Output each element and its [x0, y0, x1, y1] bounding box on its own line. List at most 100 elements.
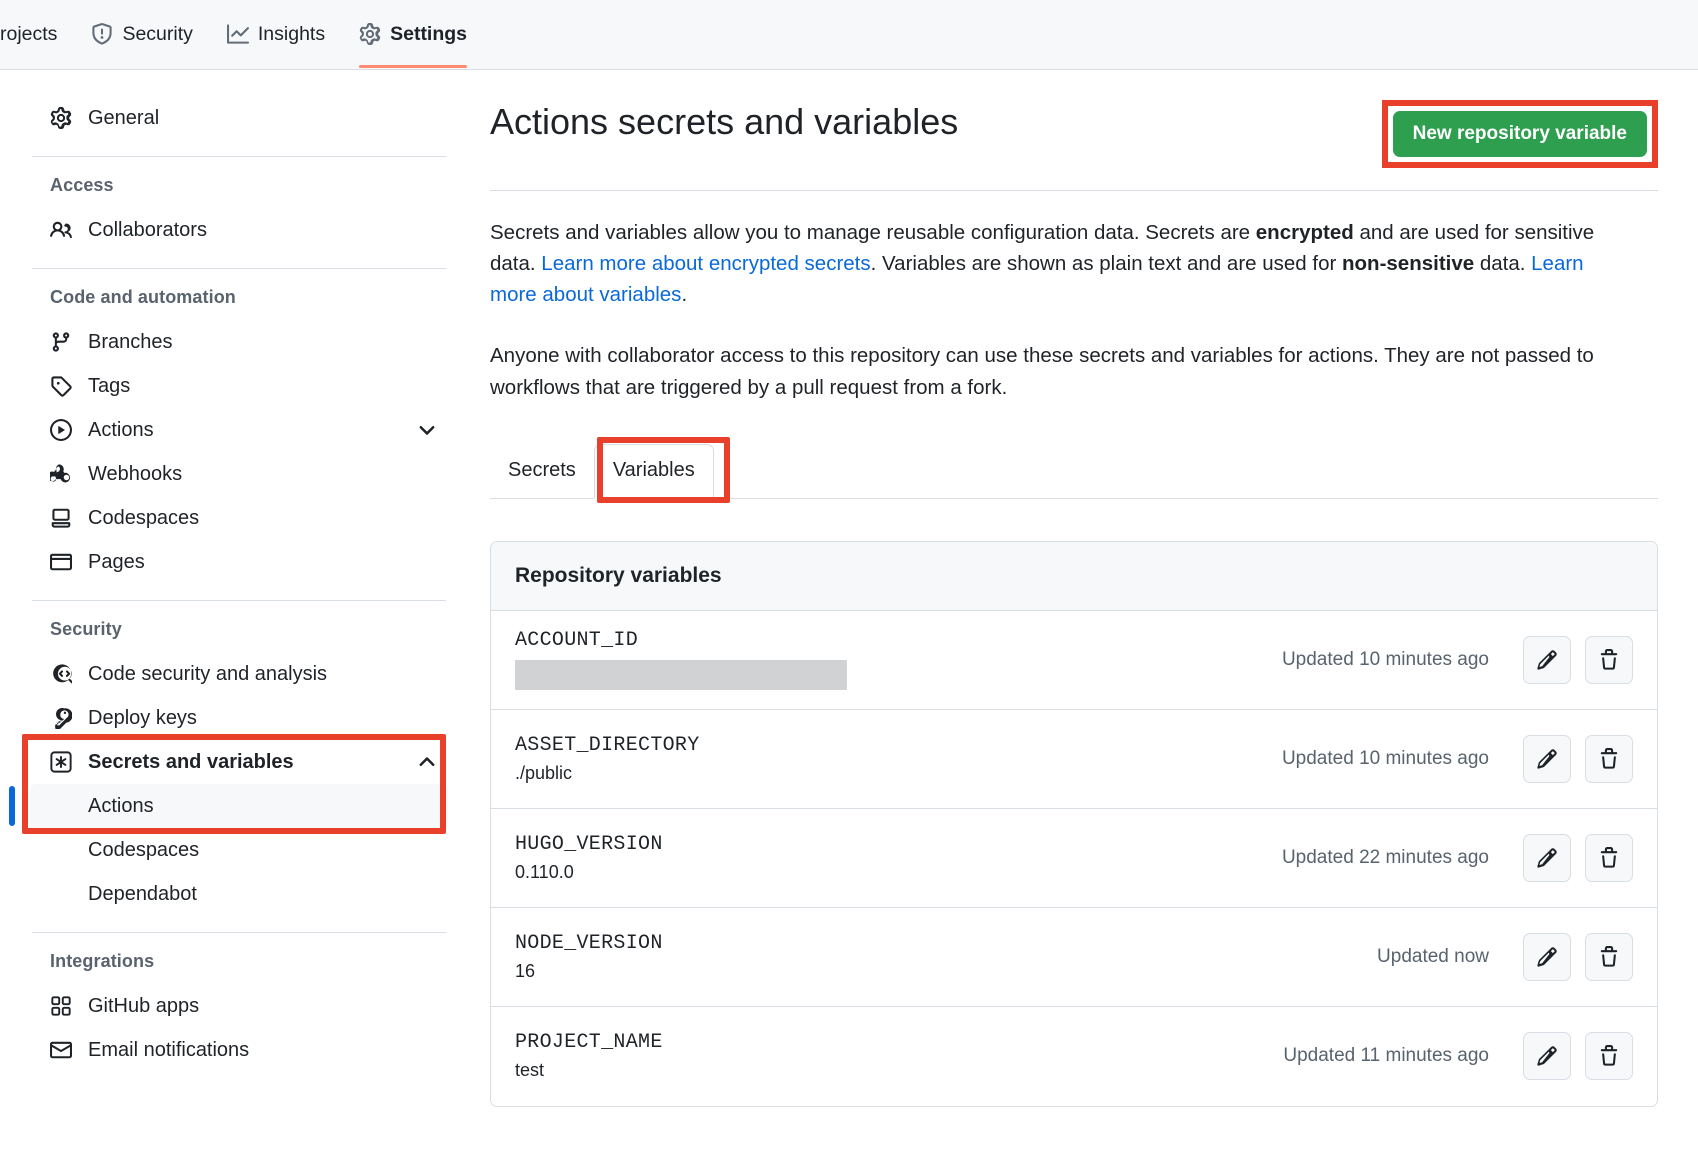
sidebar-item-deploy-keys[interactable]: Deploy keys — [30, 696, 448, 740]
edit-variable-button[interactable] — [1523, 933, 1571, 981]
table-row: ASSET_DIRECTORY ./public Updated 10 minu… — [491, 710, 1657, 809]
branch-icon — [50, 331, 72, 353]
sidebar-subitem-actions-label: Actions — [88, 795, 154, 818]
variable-value-masked — [515, 660, 847, 690]
variable-name: HUGO_VERSION — [515, 833, 1282, 856]
sidebar-item-code-security[interactable]: Code security and analysis — [30, 652, 448, 696]
chevron-down-icon[interactable] — [416, 419, 438, 441]
row-actions — [1523, 735, 1633, 783]
edit-icon — [1536, 649, 1558, 671]
apps-grid-icon — [50, 995, 72, 1017]
variable-value: ./public — [515, 763, 1282, 784]
sidebar-item-pages[interactable]: Pages — [30, 540, 448, 584]
repo-nav: rojects Security Insights Settings — [0, 0, 1698, 70]
tag-icon — [50, 375, 72, 397]
sidebar-item-deploy-keys-label: Deploy keys — [88, 707, 438, 730]
active-indicator — [9, 786, 15, 826]
delete-variable-button[interactable] — [1585, 933, 1633, 981]
tab-projects-label: rojects — [0, 23, 57, 46]
sidebar-item-collaborators[interactable]: Collaborators — [30, 208, 448, 252]
row-actions — [1523, 636, 1633, 684]
desc1-part4: data. — [1474, 252, 1531, 275]
sidebar-item-pages-label: Pages — [88, 551, 438, 574]
table-row: HUGO_VERSION 0.110.0 Updated 22 minutes … — [491, 809, 1657, 908]
delete-variable-button[interactable] — [1585, 636, 1633, 684]
webhook-icon — [50, 463, 72, 485]
new-repository-variable-button[interactable]: New repository variable — [1393, 111, 1647, 157]
sidebar-item-general[interactable]: General — [30, 96, 448, 140]
tab-settings[interactable]: Settings — [342, 0, 484, 68]
edit-variable-button[interactable] — [1523, 834, 1571, 882]
key-icon — [50, 707, 72, 729]
tab-variables[interactable]: Variables — [594, 444, 714, 499]
variable-info: PROJECT_NAME test — [515, 1031, 1283, 1081]
trash-icon — [1598, 946, 1620, 968]
sidebar-subitem-dependabot[interactable]: Dependabot — [30, 872, 448, 916]
delete-variable-button[interactable] — [1585, 735, 1633, 783]
description-paragraph-1: Secrets and variables allow you to manag… — [490, 217, 1600, 310]
sidebar-item-email-notifications-label: Email notifications — [88, 1039, 438, 1062]
tab-projects[interactable]: rojects — [0, 0, 74, 68]
browser-icon — [50, 551, 72, 573]
repository-variables-card: Repository variables ACCOUNT_ID Updated … — [490, 541, 1658, 1107]
tab-security-label: Security — [122, 23, 192, 46]
repository-variables-header: Repository variables — [491, 542, 1657, 611]
sidebar-subitem-actions[interactable]: Actions — [30, 784, 448, 828]
tab-insights[interactable]: Insights — [210, 0, 342, 68]
sidebar-divider-1 — [32, 156, 446, 157]
sidebar-item-branches-label: Branches — [88, 331, 438, 354]
sidebar-item-branches[interactable]: Branches — [30, 320, 448, 364]
chevron-up-icon[interactable] — [416, 751, 438, 773]
settings-sidebar: General Access Collaborators Code and au… — [0, 70, 480, 1166]
variable-updated: Updated 10 minutes ago — [1282, 649, 1489, 671]
edit-variable-button[interactable] — [1523, 636, 1571, 684]
sidebar-item-codespaces[interactable]: Codespaces — [30, 496, 448, 540]
sidebar-item-tags[interactable]: Tags — [30, 364, 448, 408]
row-actions — [1523, 1032, 1633, 1080]
tab-secrets[interactable]: Secrets — [490, 459, 594, 498]
table-row: ACCOUNT_ID Updated 10 minutes ago — [491, 611, 1657, 710]
desc1-part3: . Variables are shown as plain text and … — [871, 252, 1342, 275]
sidebar-item-webhooks[interactable]: Webhooks — [30, 452, 448, 496]
sidebar-item-email-notifications[interactable]: Email notifications — [30, 1028, 448, 1072]
delete-variable-button[interactable] — [1585, 1032, 1633, 1080]
graph-icon — [227, 23, 249, 45]
sidebar-heading-code-automation: Code and automation — [30, 287, 448, 308]
sidebar-item-actions[interactable]: Actions — [30, 408, 448, 452]
sidebar-item-codespaces-label: Codespaces — [88, 507, 438, 530]
tab-security[interactable]: Security — [74, 0, 209, 68]
variable-value: 0.110.0 — [515, 862, 1282, 883]
sidebar-item-general-label: General — [88, 107, 438, 130]
edit-variable-button[interactable] — [1523, 1032, 1571, 1080]
variable-updated: Updated 22 minutes ago — [1282, 847, 1489, 869]
variable-name: ACCOUNT_ID — [515, 629, 1282, 652]
tab-settings-label: Settings — [390, 23, 467, 46]
code-search-icon — [50, 663, 72, 685]
mail-icon — [50, 1039, 72, 1061]
page-title: Actions secrets and variables — [490, 100, 958, 143]
page-header: Actions secrets and variables New reposi… — [490, 100, 1658, 191]
variable-value: 16 — [515, 961, 1377, 982]
gear-icon — [50, 107, 72, 129]
sidebar-heading-access: Access — [30, 175, 448, 196]
gear-icon — [359, 23, 381, 45]
row-actions — [1523, 933, 1633, 981]
table-row: NODE_VERSION 16 Updated now — [491, 908, 1657, 1007]
sidebar-subitem-codespaces[interactable]: Codespaces — [30, 828, 448, 872]
variable-info: ASSET_DIRECTORY ./public — [515, 734, 1282, 784]
edit-variable-button[interactable] — [1523, 735, 1571, 783]
edit-icon — [1536, 748, 1558, 770]
delete-variable-button[interactable] — [1585, 834, 1633, 882]
sidebar-item-github-apps[interactable]: GitHub apps — [30, 984, 448, 1028]
row-actions — [1523, 834, 1633, 882]
sidebar-item-secrets-and-variables[interactable]: Secrets and variables — [30, 740, 448, 784]
variable-name: PROJECT_NAME — [515, 1031, 1283, 1054]
sidebar-heading-integrations: Integrations — [30, 951, 448, 972]
link-learn-more-encrypted-secrets[interactable]: Learn more about encrypted secrets — [541, 252, 870, 275]
sidebar-group-secrets-and-variables: Secrets and variables Actions Codespaces… — [24, 740, 454, 916]
desc1-bold-encrypted: encrypted — [1256, 221, 1354, 244]
trash-icon — [1598, 748, 1620, 770]
play-icon — [50, 419, 72, 441]
sidebar-item-actions-label: Actions — [88, 419, 400, 442]
sidebar-subitem-codespaces-label: Codespaces — [88, 839, 199, 862]
